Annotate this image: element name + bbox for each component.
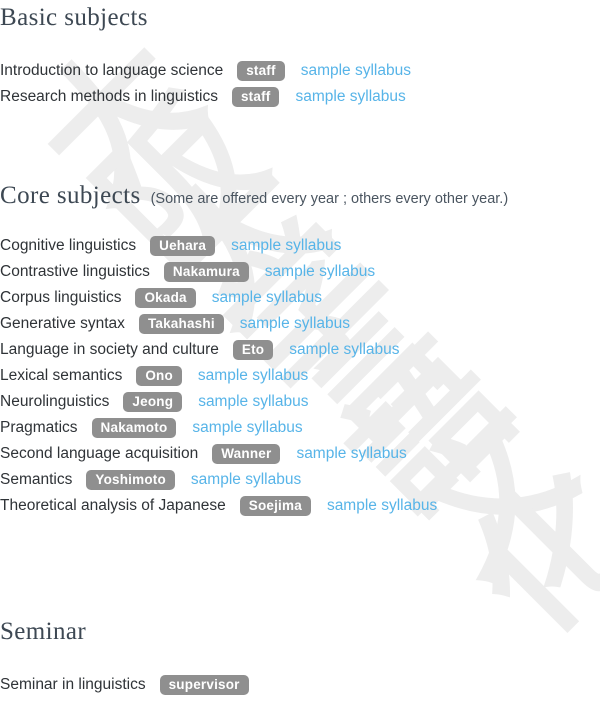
instructor-badge: Eto xyxy=(232,340,274,360)
sample-syllabus-link[interactable]: sample syllabus xyxy=(296,445,406,463)
instructor-badge: staff xyxy=(231,87,280,107)
course-name: Language in society and culture xyxy=(0,341,219,358)
section-header-core: Core subjects (Some are offered every yea… xyxy=(0,182,508,210)
instructor-badge: Yoshimoto xyxy=(86,470,175,490)
course-name: Pragmatics xyxy=(0,419,78,436)
sample-syllabus-link[interactable]: sample syllabus xyxy=(265,263,375,281)
section-header-seminar: Seminar xyxy=(0,618,86,646)
sample-syllabus-link[interactable]: sample syllabus xyxy=(289,341,399,359)
course-name: Contrastive linguistics xyxy=(0,263,150,280)
sample-syllabus-link[interactable]: sample syllabus xyxy=(212,289,322,307)
course-name: Neurolinguistics xyxy=(0,393,110,410)
course-name: Seminar in linguistics xyxy=(0,676,146,693)
instructor-badge: staff xyxy=(237,61,285,81)
course-row: Introduction to language science staff sam… xyxy=(0,58,411,84)
page-title-core-subjects: Core subjects xyxy=(0,182,141,209)
course-row: Pragmatics Nakamoto sample syllabus xyxy=(0,415,437,441)
course-row: Generative syntax Takahashi sample syllabu… xyxy=(0,311,437,337)
course-row: Contrastive linguistics Nakamura sample sy… xyxy=(0,259,437,285)
sample-syllabus-link[interactable]: sample syllabus xyxy=(191,471,301,489)
page-title-seminar: Seminar xyxy=(0,618,87,645)
instructor-badge: Nakamura xyxy=(163,262,249,282)
course-row: Second language acquisition Wanner sample … xyxy=(0,441,437,467)
instructor-badge: Soejima xyxy=(239,496,311,516)
sample-syllabus-link[interactable]: sample syllabus xyxy=(295,88,405,106)
course-list-basic: Introduction to language science staff sam… xyxy=(0,58,411,110)
instructor-badge: Okada xyxy=(135,288,196,308)
course-row: Research methods in linguistics staff samp… xyxy=(0,84,411,110)
course-name: Generative syntax xyxy=(0,315,125,332)
sample-syllabus-link[interactable]: sample syllabus xyxy=(192,419,302,437)
watermark-character: 化 xyxy=(439,439,600,669)
instructor-badge: supervisor xyxy=(159,675,249,695)
course-row: Theoretical analysis of Japanese Soejima s… xyxy=(0,493,437,519)
instructor-badge: Takahashi xyxy=(138,314,224,334)
instructor-badge: Wanner xyxy=(212,444,281,464)
course-name: Introduction to language science xyxy=(0,62,224,79)
instructor-badge: Uehara xyxy=(150,236,216,256)
sample-syllabus-link[interactable]: sample syllabus xyxy=(327,497,437,515)
course-name: Theoretical analysis of Japanese xyxy=(0,497,226,514)
course-name: Second language acquisition xyxy=(0,445,199,462)
course-name: Corpus linguistics xyxy=(0,289,122,306)
course-row: Lexical semantics Ono sample syllabus xyxy=(0,363,437,389)
sample-syllabus-link[interactable]: sample syllabus xyxy=(240,315,350,333)
course-name: Semantics xyxy=(0,471,73,488)
course-row: Seminar in linguistics supervisor xyxy=(0,672,249,698)
sample-syllabus-link[interactable]: sample syllabus xyxy=(198,367,308,385)
core-subjects-note: (Some are offered every year ; others ev… xyxy=(150,191,509,207)
course-row: Language in society and culture Eto sample… xyxy=(0,337,437,363)
course-name: Lexical semantics xyxy=(0,367,123,384)
sample-syllabus-link[interactable]: sample syllabus xyxy=(231,237,341,255)
instructor-badge: Nakamoto xyxy=(91,418,177,438)
instructor-badge: Ono xyxy=(136,366,182,386)
course-row: Semantics Yoshimoto sample syllabus xyxy=(0,467,437,493)
course-row: Cognitive linguistics Uehara sample syllab… xyxy=(0,233,437,259)
course-name: Cognitive linguistics xyxy=(0,237,137,254)
page-title-basic-subjects: Basic subjects xyxy=(0,4,148,31)
sample-syllabus-link[interactable]: sample syllabus xyxy=(301,62,411,80)
sample-syllabus-link[interactable]: sample syllabus xyxy=(198,393,308,411)
course-row: Neurolinguistics Jeong sample syllabus xyxy=(0,389,437,415)
section-header-basic: Basic subjects xyxy=(0,4,148,32)
course-list-core: Cognitive linguistics Uehara sample syllab… xyxy=(0,233,437,519)
course-row: Corpus linguistics Okada sample syllabus xyxy=(0,285,437,311)
course-name: Research methods in linguistics xyxy=(0,88,218,105)
course-list-seminar: Seminar in linguistics supervisor xyxy=(0,672,249,698)
instructor-badge: Jeong xyxy=(123,392,183,412)
